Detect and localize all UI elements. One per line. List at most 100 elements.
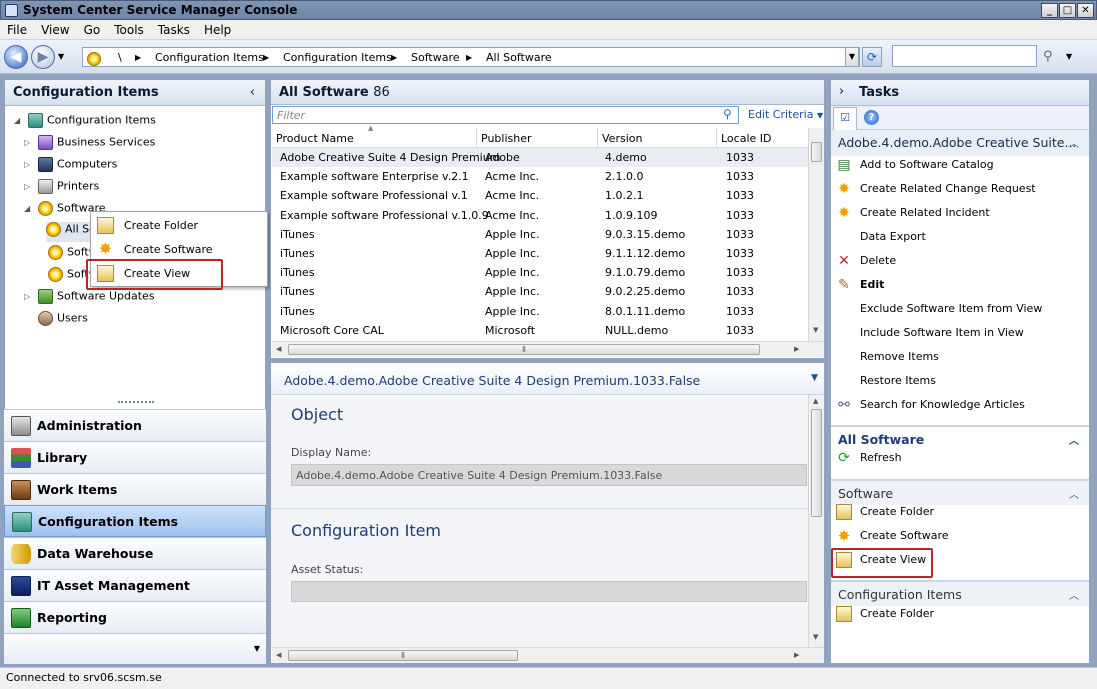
column-header-publisher[interactable]: Publisher xyxy=(477,128,598,148)
column-header-product-name[interactable]: Product Name ▲ xyxy=(272,124,477,148)
detail-vertical-scrollbar[interactable]: ▲ ▼ xyxy=(808,395,824,647)
table-row[interactable]: Example software Enterprise v.2.1 Acme In… xyxy=(272,167,808,186)
collapse-section-icon[interactable]: ︿ xyxy=(1069,135,1079,150)
context-create-folder[interactable]: Create Folder xyxy=(91,214,267,238)
search-options-icon[interactable]: ▼ xyxy=(1066,52,1072,61)
edit-criteria-link[interactable]: Edit Criteria ▼ xyxy=(748,108,823,121)
detail-collapse-icon[interactable]: ▼ xyxy=(811,373,818,383)
menu-go[interactable]: Go xyxy=(77,20,108,37)
tasks-tab-icon[interactable]: ☑ xyxy=(833,107,857,130)
tree-item-software-updates[interactable]: ▷ Software Updates xyxy=(24,289,155,309)
wunderbar-data-warehouse[interactable]: Data Warehouse xyxy=(4,537,266,569)
collapse-pane-icon[interactable]: ‹ xyxy=(250,85,255,100)
task-add-to-software-catalog[interactable]: ▤ Add to Software Catalog xyxy=(836,157,993,179)
scroll-thumb[interactable]: ⦀ xyxy=(288,344,760,355)
search-input[interactable] xyxy=(892,45,1037,67)
task-data-export[interactable]: Data Export xyxy=(836,229,926,251)
task-search-for-knowledge-articles[interactable]: ⚯ Search for Knowledge Articles xyxy=(836,397,1025,419)
address-dropdown-icon[interactable]: ▼ xyxy=(845,47,859,67)
table-row[interactable]: Adobe Creative Suite 4 Design Premium Ado… xyxy=(272,148,808,167)
table-cell: 9.0.3.15.demo xyxy=(605,227,686,241)
scroll-thumb[interactable] xyxy=(811,409,822,517)
table-row[interactable]: iTunes Apple Inc. 9.1.1.12.demo 1033 xyxy=(272,244,808,263)
column-header-version[interactable]: Version xyxy=(598,128,717,148)
wunderbar-library[interactable]: Library xyxy=(4,441,266,473)
breadcrumb-root[interactable]: \ xyxy=(118,51,122,64)
table-row[interactable]: Example software Professional v.1 Acme In… xyxy=(272,186,808,205)
menu-help[interactable]: Help xyxy=(197,20,238,37)
task-create-related-incident[interactable]: ✸ Create Related Incident xyxy=(836,205,990,227)
tree-item-business-services[interactable]: ▷ Business Services xyxy=(24,135,155,155)
list-horizontal-scrollbar[interactable]: ◀ ⦀ ▶ xyxy=(272,341,824,357)
refresh-icon[interactable]: ⟳ xyxy=(862,47,882,67)
tree-item-printers[interactable]: ▷ Printers xyxy=(24,179,99,199)
tree-item-users[interactable]: Users xyxy=(38,311,88,331)
history-dropdown-icon[interactable]: ▼ xyxy=(58,52,64,61)
back-icon[interactable]: ◀ xyxy=(4,45,28,69)
wunderbar-administration[interactable]: Administration xyxy=(4,409,266,441)
help-icon[interactable]: ? xyxy=(864,110,879,125)
wunderbar-reporting[interactable]: Reporting xyxy=(4,601,266,633)
address-bar[interactable]: \ ▶ Configuration Items ▶ Configuration … xyxy=(82,47,860,67)
scroll-thumb[interactable] xyxy=(811,142,822,162)
wunderbar-options-icon[interactable]: ▼ xyxy=(254,644,260,653)
task-edit[interactable]: ✎ Edit xyxy=(836,277,884,299)
maximize-button[interactable]: □ xyxy=(1059,3,1076,18)
tree-item-computers[interactable]: ▷ Computers xyxy=(24,157,117,177)
tree-item-configuration-items[interactable]: ◢ Configuration Items xyxy=(14,113,156,133)
menu-file[interactable]: File xyxy=(0,20,34,37)
task-restore-items[interactable]: Restore Items xyxy=(836,373,936,395)
tasks-section-software[interactable]: Software ︿ xyxy=(831,479,1089,505)
tree-item-all-software[interactable]: All Software xyxy=(46,222,96,242)
breadcrumb-item[interactable]: Configuration Items xyxy=(155,51,264,64)
wunderbar-it-asset-management[interactable]: IT Asset Management xyxy=(4,569,266,601)
task-create-related-change-request[interactable]: ✸ Create Related Change Request xyxy=(836,181,1036,203)
task-exclude-software-item-from-view[interactable]: Exclude Software Item from View xyxy=(836,301,1042,323)
task-remove-items[interactable]: Remove Items xyxy=(836,349,939,371)
breadcrumb-item[interactable]: Software xyxy=(411,51,460,64)
tasks-section-view[interactable]: All Software ︿ xyxy=(831,425,1089,451)
table-row[interactable]: iTunes Apple Inc. 9.0.2.25.demo 1033 xyxy=(272,282,808,301)
detail-horizontal-scrollbar[interactable]: ◀ ⦀ ▶ xyxy=(272,647,824,663)
wunderbar-configuration-items[interactable]: Configuration Items xyxy=(4,505,266,537)
task-create-folder-ci[interactable]: Create Folder xyxy=(836,606,934,628)
breadcrumb-item[interactable]: Configuration Items xyxy=(283,51,392,64)
menu-tasks[interactable]: Tasks xyxy=(151,20,197,37)
scroll-thumb[interactable]: ⦀ xyxy=(288,650,518,661)
list-vertical-scrollbar[interactable]: ▼ xyxy=(808,128,824,341)
table-row[interactable]: iTunes Apple Inc. 9.1.0.79.demo 1033 xyxy=(272,263,808,282)
include-icon xyxy=(836,325,852,341)
task-include-software-item-in-view[interactable]: Include Software Item in View xyxy=(836,325,1024,347)
tasks-section-configuration-items[interactable]: Configuration Items ︿ xyxy=(831,580,1089,606)
task-delete[interactable]: ✕ Delete xyxy=(836,253,896,275)
menu-view[interactable]: View xyxy=(34,20,76,37)
search-icon[interactable]: ⚲ xyxy=(1043,49,1053,64)
collapse-section-icon[interactable]: ︿ xyxy=(1069,587,1079,602)
edit-icon: ✎ xyxy=(838,277,850,293)
filter-search-icon[interactable]: ⚲ xyxy=(723,107,732,121)
table-row[interactable]: Microsoft Core CAL Microsoft NULL.demo 1033 xyxy=(272,321,808,340)
filter-input[interactable]: Filter xyxy=(272,106,739,124)
menu-tools[interactable]: Tools xyxy=(107,20,151,37)
minimize-button[interactable]: _ xyxy=(1041,3,1058,18)
close-button[interactable]: ✕ xyxy=(1077,3,1094,18)
breadcrumb-item[interactable]: All Software xyxy=(486,51,552,64)
display-name-field[interactable]: Adobe.4.demo.Adobe Creative Suite 4 Desi… xyxy=(291,464,807,486)
collapse-section-icon[interactable]: ︿ xyxy=(1069,432,1079,447)
collapse-section-icon[interactable]: ︿ xyxy=(1069,486,1079,501)
task-create-folder[interactable]: Create Folder xyxy=(836,504,934,526)
task-create-software[interactable]: ✸ Create Software xyxy=(836,528,949,550)
tasks-section-item[interactable]: Adobe.4.demo.Adobe Creative Suite... ︿ xyxy=(831,130,1089,156)
asset-status-field[interactable] xyxy=(291,581,807,602)
wunderbar-work-items[interactable]: Work Items xyxy=(4,473,266,505)
pane-splitter[interactable] xyxy=(118,401,154,405)
table-row[interactable]: Example software Professional v.1.0.9 Acm… xyxy=(272,206,808,225)
expand-tasks-icon[interactable]: › xyxy=(839,84,844,99)
table-row[interactable]: iTunes Apple Inc. 9.0.3.15.demo 1033 xyxy=(272,225,808,244)
task-refresh[interactable]: ⟳ Refresh xyxy=(836,450,901,472)
table-cell: Apple Inc. xyxy=(485,227,540,241)
table-cell: Example software Professional v.1 xyxy=(280,189,468,203)
table-row[interactable]: iTunes Apple Inc. 8.0.1.11.demo 1033 xyxy=(272,302,808,321)
column-header-locale-id[interactable]: Locale ID xyxy=(717,128,808,148)
forward-icon[interactable]: ▶ xyxy=(31,45,55,69)
